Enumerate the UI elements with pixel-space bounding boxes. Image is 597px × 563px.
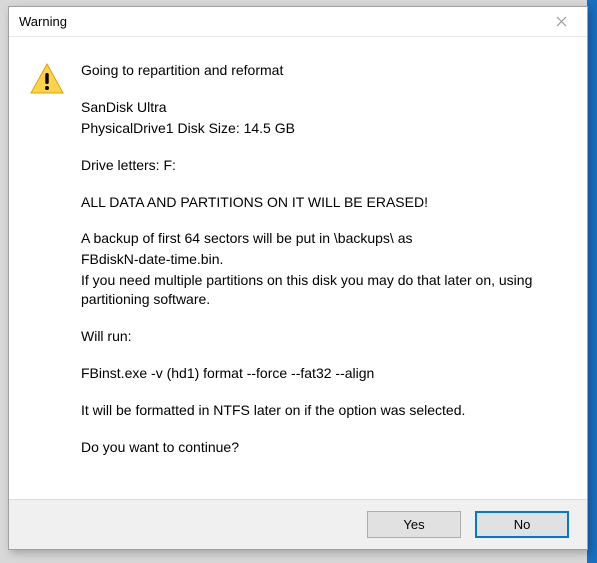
warning-dialog: Warning Going to repartition and reforma…	[8, 6, 588, 550]
dialog-footer: Yes No	[9, 499, 587, 549]
icon-column	[29, 61, 81, 479]
device-name: SanDisk Ultra	[81, 98, 567, 117]
yes-button[interactable]: Yes	[367, 511, 461, 538]
message-column: Going to repartition and reformat SanDis…	[81, 61, 567, 479]
backdrop	[587, 0, 597, 563]
drive-info: PhysicalDrive1 Disk Size: 14.5 GB	[81, 119, 567, 138]
will-run-label: Will run:	[81, 327, 567, 346]
warning-icon	[29, 61, 81, 97]
backup-line-2: FBdiskN-date-time.bin.	[81, 250, 567, 269]
erase-warning: ALL DATA AND PARTITIONS ON IT WILL BE ER…	[81, 193, 567, 212]
command-line: FBinst.exe -v (hd1) format --force --fat…	[81, 364, 567, 383]
dialog-body: Going to repartition and reformat SanDis…	[9, 37, 587, 499]
ntfs-note: It will be formatted in NTFS later on if…	[81, 401, 567, 420]
close-icon	[556, 16, 567, 27]
confirm-prompt: Do you want to continue?	[81, 438, 567, 457]
no-button[interactable]: No	[475, 511, 569, 538]
backup-line-1: A backup of first 64 sectors will be put…	[81, 229, 567, 248]
dialog-title: Warning	[19, 14, 67, 29]
drive-letters: Drive letters: F:	[81, 156, 567, 175]
titlebar: Warning	[9, 7, 587, 37]
heading-text: Going to repartition and reformat	[81, 61, 567, 80]
backup-line-3: If you need multiple partitions on this …	[81, 271, 567, 309]
close-button[interactable]	[543, 10, 579, 34]
